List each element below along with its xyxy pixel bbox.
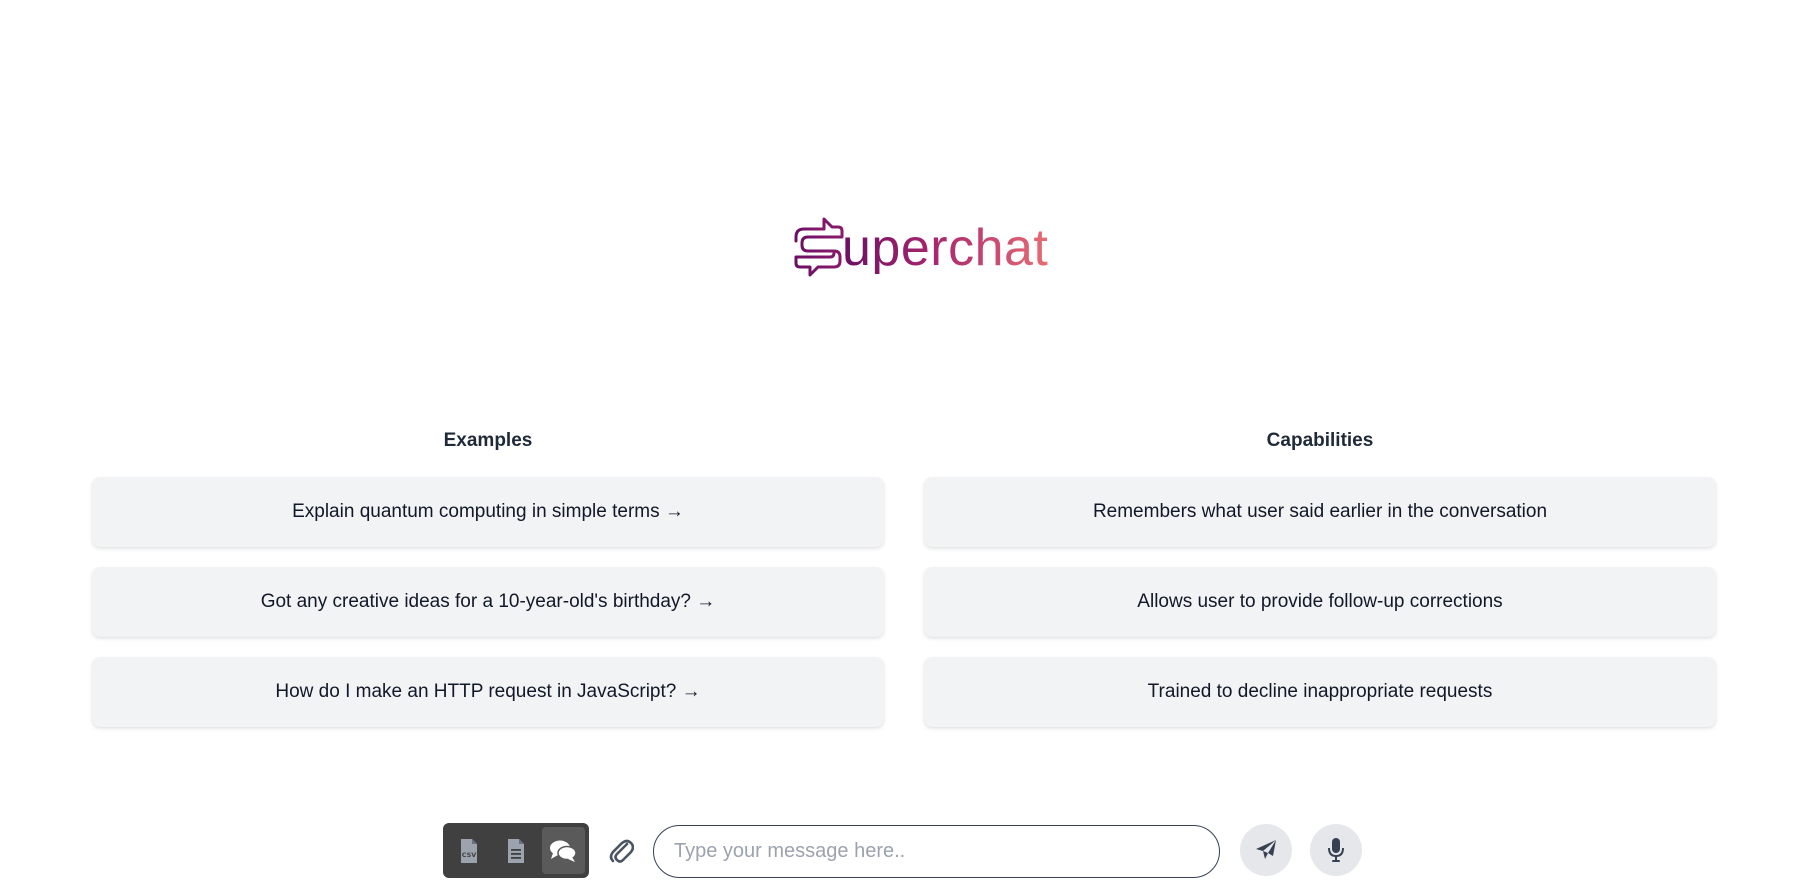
microphone-icon [1328, 838, 1344, 862]
example-card-1[interactable]: Explain quantum computing in simple term… [92, 477, 884, 547]
paperclip-icon [609, 839, 634, 863]
microphone-button[interactable] [1310, 824, 1362, 876]
capability-card-2: Allows user to provide follow-up correct… [924, 567, 1716, 637]
chat-mode-button[interactable] [541, 827, 585, 874]
capabilities-heading: Capabilities [1266, 430, 1374, 451]
csv-file-icon: CSV [460, 838, 477, 863]
paper-plane-icon [1256, 840, 1276, 859]
document-icon [507, 838, 524, 863]
app-root: uperchat Examples Explain quantum comput… [0, 0, 1804, 890]
capabilities-column: Capabilities Remembers what user said ea… [924, 425, 1716, 747]
message-input[interactable] [653, 825, 1220, 878]
svg-text:CSV: CSV [461, 851, 476, 859]
superchat-logo: uperchat [790, 212, 1048, 282]
example-card-3[interactable]: How do I make an HTTP request in JavaScr… [92, 657, 884, 727]
document-mode-button[interactable] [494, 827, 537, 874]
examples-column: Examples Explain quantum computing in si… [92, 425, 884, 747]
capability-card-3: Trained to decline inappropriate request… [924, 657, 1716, 727]
attach-button[interactable] [606, 832, 636, 868]
csv-mode-button[interactable]: CSV [447, 827, 490, 874]
send-button[interactable] [1240, 824, 1292, 876]
capability-card-1: Remembers what user said earlier in the … [924, 477, 1716, 547]
examples-heading: Examples [443, 430, 533, 451]
mode-toolbar: CSV [443, 823, 589, 878]
prompt-columns: Examples Explain quantum computing in si… [92, 425, 1716, 747]
example-card-2[interactable]: Got any creative ideas for a 10-year-old… [92, 567, 884, 637]
speech-bubble-s-icon [794, 217, 844, 277]
logo-wordmark: uperchat [842, 219, 1049, 277]
chat-bubbles-icon [550, 840, 578, 862]
